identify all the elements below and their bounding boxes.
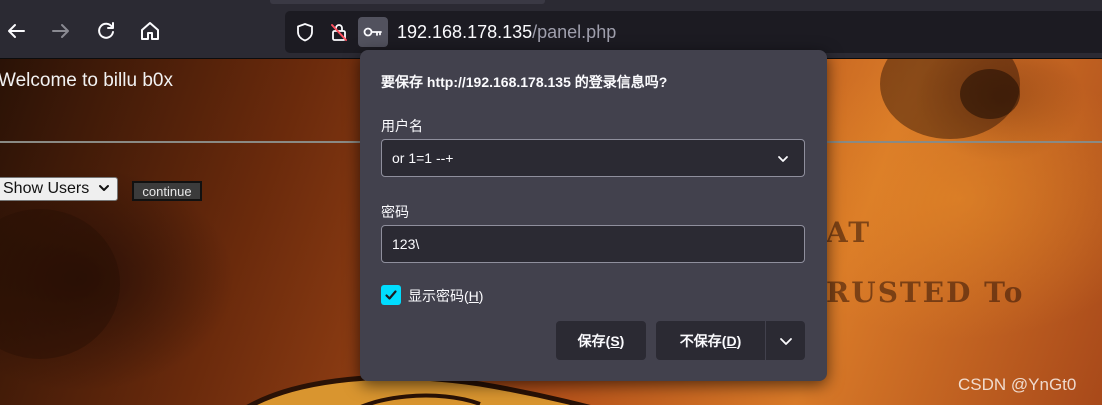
home-button[interactable] xyxy=(136,17,164,45)
tab-strip-edge xyxy=(270,0,545,4)
action-select[interactable]: Show Users xyxy=(0,177,118,201)
arrow-right-icon xyxy=(52,24,69,38)
chevron-down-icon[interactable] xyxy=(776,152,790,166)
reload-icon xyxy=(98,22,114,39)
chevron-down-icon xyxy=(99,185,109,191)
show-password-label[interactable]: 显示密码(H) xyxy=(408,286,483,306)
tracking-protection-button[interactable] xyxy=(290,17,320,47)
continue-button[interactable]: continue xyxy=(132,181,202,201)
action-select-value: Show Users xyxy=(3,180,90,197)
key-icon xyxy=(363,27,382,37)
dialog-title: 要保存 http://192.168.178.135 的登录信息吗? xyxy=(381,74,668,90)
username-label: 用户名 xyxy=(381,118,423,134)
password-value: 123\ xyxy=(392,236,420,252)
home-icon xyxy=(141,22,159,40)
password-label: 密码 xyxy=(381,204,409,220)
save-login-dialog: 要保存 http://192.168.178.135 的登录信息吗? 用户名 o… xyxy=(360,50,827,381)
back-button[interactable] xyxy=(2,17,30,45)
welcome-heading: Welcome to billu b0x xyxy=(0,70,173,91)
background-texture xyxy=(960,69,1020,119)
dont-save-button[interactable]: 不保存(D) xyxy=(656,321,765,360)
forward-button[interactable] xyxy=(47,17,75,45)
username-field[interactable]: or 1=1 --+ xyxy=(381,139,805,177)
arrow-left-icon xyxy=(8,24,25,38)
username-value: or 1=1 --+ xyxy=(392,150,454,166)
url-path: /panel.php xyxy=(532,22,617,42)
background-art-text: AT xyxy=(826,216,872,249)
reload-button[interactable] xyxy=(92,17,120,45)
show-password-checkbox[interactable] xyxy=(381,285,401,305)
site-security-button[interactable] xyxy=(324,17,354,47)
background-art-text: RUSTED To xyxy=(826,276,1025,309)
save-button[interactable]: 保存(S) xyxy=(556,321,646,360)
checkmark-icon xyxy=(385,290,397,300)
background-texture xyxy=(0,209,120,359)
url-bar[interactable]: 192.168.178.135/panel.php xyxy=(285,11,1102,53)
chevron-down-icon xyxy=(779,337,792,345)
url-text[interactable]: 192.168.178.135/panel.php xyxy=(397,22,616,42)
url-host: 192.168.178.135 xyxy=(397,22,533,42)
insecure-lock-icon xyxy=(331,24,347,41)
shield-icon xyxy=(297,23,313,42)
watermark: CSDN @YnGt0 xyxy=(958,375,1077,394)
dont-save-menu-button[interactable] xyxy=(765,321,805,360)
password-key-button[interactable] xyxy=(358,17,388,47)
password-field[interactable]: 123\ xyxy=(381,225,805,263)
